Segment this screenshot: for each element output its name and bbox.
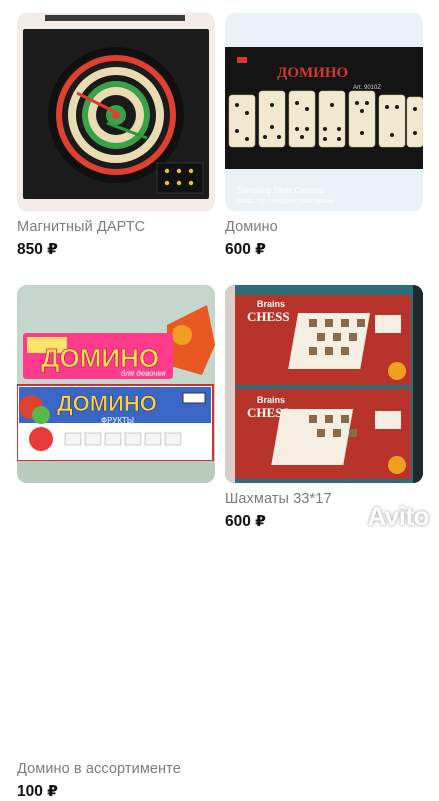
chess-title-top: CHESS xyxy=(247,309,290,324)
camera-watermark: Samsung Triple Camera xyxy=(237,186,324,195)
domino-box-image: ДОМИНО Art: 9010Z Samsung Triple Camera … xyxy=(225,13,423,211)
box-title: ДОМИНО xyxy=(277,65,348,81)
box1-subtitle: для девочек xyxy=(121,369,167,378)
listing-photo-domino[interactable]: ДОМИНО Art: 9010Z Samsung Triple Camera … xyxy=(225,13,423,211)
darts-board-image xyxy=(17,13,215,211)
listing-title[interactable]: Домино в ассортименте xyxy=(17,761,181,777)
listing-card-domino-assortment[interactable]: ДОМИНО для девочек ДОМИНО ФРУКТЫ Домино … xyxy=(0,270,219,800)
chess-brand-top: Brains xyxy=(257,299,285,309)
listing-card-domino[interactable]: ДОМИНО Art: 9010Z Samsung Triple Camera … xyxy=(219,0,439,270)
shop-watermark: MAGIC TOYS/МЭДЖИК ТРЕК ПЕРМЬ xyxy=(237,199,334,205)
domino-assortment-image: ДОМИНО для девочек ДОМИНО ФРУКТЫ xyxy=(17,285,215,483)
box2-title: ДОМИНО xyxy=(57,391,157,416)
listing-price: 100 ₽ xyxy=(17,783,58,800)
listing-title[interactable]: Магнитный ДАРТС xyxy=(17,219,145,235)
listing-card-darts[interactable]: Магнитный ДАРТС 850 ₽ xyxy=(0,0,219,270)
listing-price: 600 ₽ xyxy=(225,513,266,530)
listing-title[interactable]: Шахматы 33*17 xyxy=(225,491,332,507)
chess-box-image: Brains CHESS Brains CHESS xyxy=(225,285,423,483)
chess-brand-bottom: Brains xyxy=(257,395,285,405)
listing-photo-chess[interactable]: Brains CHESS Brains CHESS xyxy=(225,285,423,483)
avito-watermark-text: Avito xyxy=(367,501,429,531)
listing-price: 600 ₽ xyxy=(225,241,266,258)
listing-title[interactable]: Домино xyxy=(225,219,278,235)
listing-photo-domino-assortment[interactable]: ДОМИНО для девочек ДОМИНО ФРУКТЫ xyxy=(17,285,215,483)
box2-subtitle: ФРУКТЫ xyxy=(101,416,134,425)
listing-price: 850 ₽ xyxy=(17,241,58,258)
avito-watermark: Avito xyxy=(331,501,429,532)
avito-logo-icon xyxy=(332,504,365,529)
listing-photo-darts[interactable] xyxy=(17,13,215,211)
box-article: Art: 9010Z xyxy=(353,85,381,91)
listing-card-chess[interactable]: Brains CHESS Brains CHESS Шахматы 33*17 … xyxy=(219,270,439,540)
